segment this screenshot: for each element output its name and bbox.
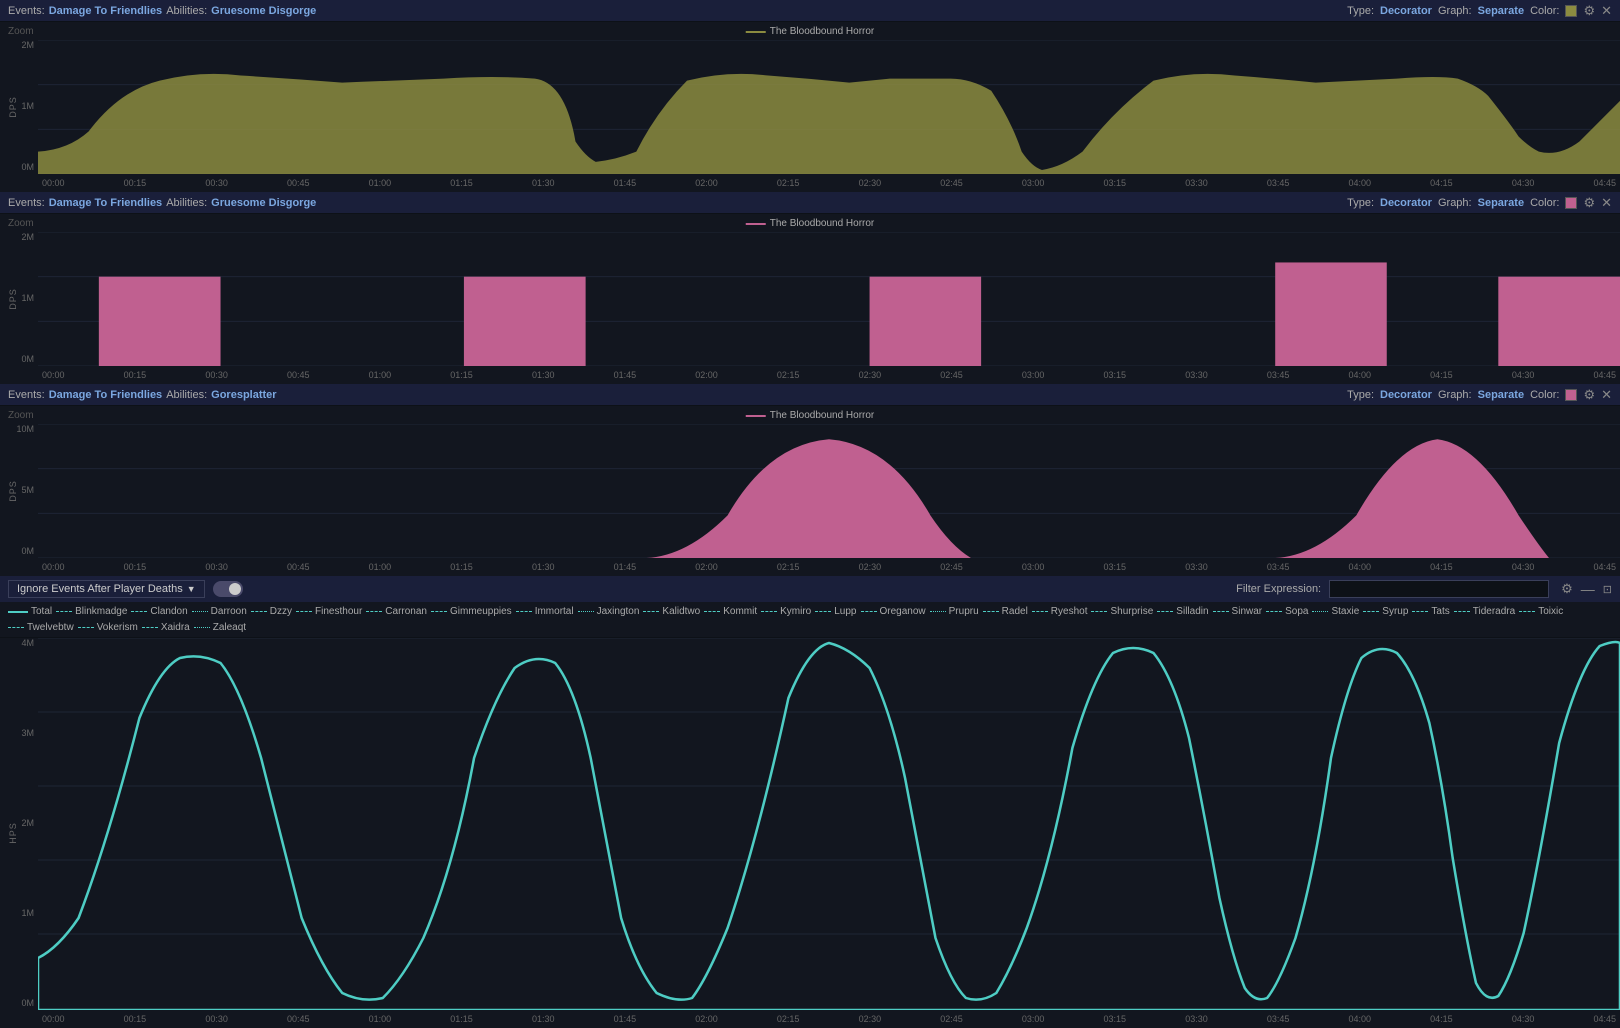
legend-item-jaxington[interactable]: Jaxington xyxy=(578,606,640,617)
legend-item-twelvebtw[interactable]: Twelvebtw xyxy=(8,622,74,633)
events-label-2: Events: xyxy=(8,197,45,209)
events-label-1: Events: xyxy=(8,5,45,17)
legend-item-vokerism[interactable]: Vokerism xyxy=(78,622,138,633)
color-label-2: Color: xyxy=(1530,197,1559,209)
color-swatch-3[interactable] xyxy=(1565,389,1577,401)
type-val-3[interactable]: Decorator xyxy=(1380,389,1432,401)
legend-item-ryeshot[interactable]: Ryeshot xyxy=(1032,606,1088,617)
panel3-header: Events: Damage To Friendlies Abilities: … xyxy=(0,384,1620,406)
legend-item-dzzy[interactable]: Dzzy xyxy=(251,606,292,617)
filter-label: Filter Expression: xyxy=(1236,583,1321,595)
graph-val-1[interactable]: Separate xyxy=(1478,5,1524,17)
legend-item-darroon[interactable]: Darroon xyxy=(192,606,247,617)
dropdown-arrow-icon: ▼ xyxy=(187,584,196,594)
legend-item-silladin[interactable]: Silladin xyxy=(1157,606,1208,617)
graph-val-3[interactable]: Separate xyxy=(1478,389,1524,401)
legend-item-kalidtwo[interactable]: Kalidtwo xyxy=(643,606,700,617)
close-icon-1[interactable]: ✕ xyxy=(1601,3,1612,19)
graph-val-2[interactable]: Separate xyxy=(1478,197,1524,209)
panel3-chart: Zoom The Bloodbound Horror DPS 10M 5M 0M… xyxy=(0,406,1620,576)
color-label-3: Color: xyxy=(1530,389,1559,401)
type-label-1: Type: xyxy=(1347,5,1374,17)
color-label-1: Color: xyxy=(1530,5,1559,17)
settings-icon[interactable]: ⚙ xyxy=(1561,581,1573,597)
legend-item-zaleaqt[interactable]: Zaleaqt xyxy=(194,622,246,633)
x-axis-bottom: 00:0000:1500:3000:4501:0001:1501:3001:45… xyxy=(38,1010,1620,1028)
y-axis-2: 2M 1M 0M xyxy=(0,214,38,364)
events-label-3: Events: xyxy=(8,389,45,401)
gear-icon-1[interactable]: ⚙ xyxy=(1583,3,1595,19)
legend-item-total[interactable]: Total xyxy=(8,606,52,617)
type-val-1[interactable]: Decorator xyxy=(1380,5,1432,17)
abilities-val-1[interactable]: Gruesome Disgorge xyxy=(211,5,316,17)
abilities-val-3[interactable]: Goresplatter xyxy=(211,389,276,401)
legend-item-radel[interactable]: Radel xyxy=(983,606,1028,617)
y-axis-1: 2M 1M 0M xyxy=(0,22,38,172)
type-label-2: Type: xyxy=(1347,197,1374,209)
legend-item-gimmeuppies[interactable]: Gimmeuppies xyxy=(431,606,512,617)
legend-item-syrup[interactable]: Syrup xyxy=(1363,606,1408,617)
legend-item-sopa[interactable]: Sopa xyxy=(1266,606,1308,617)
legend-item-staxie[interactable]: Staxie xyxy=(1312,606,1359,617)
legend-item-shurprise[interactable]: Shurprise xyxy=(1091,606,1153,617)
legend-item-blinkmadge[interactable]: Blinkmadge xyxy=(56,606,127,617)
graph-label-3: Graph: xyxy=(1438,389,1472,401)
color-swatch-2[interactable] xyxy=(1565,197,1577,209)
legend-item-kymiro[interactable]: Kymiro xyxy=(761,606,811,617)
panel2-header: Events: Damage To Friendlies Abilities: … xyxy=(0,192,1620,214)
minimize-icon[interactable]: — xyxy=(1581,581,1595,597)
legend-item-lupp[interactable]: Lupp xyxy=(815,606,856,617)
legend-item-oreganow[interactable]: Oreganow xyxy=(861,606,926,617)
expand-icon[interactable]: ⊡ xyxy=(1603,583,1612,596)
bottom-panel-header: Ignore Events After Player Deaths ▼ Filt… xyxy=(0,576,1620,602)
type-val-2[interactable]: Decorator xyxy=(1380,197,1432,209)
panel1-chart: Zoom The Bloodbound Horror DPS 2M 1M 0M … xyxy=(0,22,1620,192)
abilities-label-3: Abilities: xyxy=(166,389,207,401)
legend-item-xaidra[interactable]: Xaidra xyxy=(142,622,190,633)
legend-item-tats[interactable]: Tats xyxy=(1412,606,1449,617)
legend-item-tideradra[interactable]: Tideradra xyxy=(1454,606,1515,617)
ignore-events-dropdown[interactable]: Ignore Events After Player Deaths ▼ xyxy=(8,580,205,598)
x-axis-1: 00:0000:1500:3000:4501:0001:1501:3001:45… xyxy=(38,174,1620,192)
legend-item-sinwar[interactable]: Sinwar xyxy=(1213,606,1263,617)
abilities-val-2[interactable]: Gruesome Disgorge xyxy=(211,197,316,209)
toggle-button[interactable] xyxy=(213,581,243,597)
events-val-2[interactable]: Damage To Friendlies xyxy=(49,197,163,209)
graph-label-2: Graph: xyxy=(1438,197,1472,209)
gear-icon-2[interactable]: ⚙ xyxy=(1583,195,1595,211)
legend-2: The Bloodbound Horror xyxy=(746,218,875,229)
legend-1: The Bloodbound Horror xyxy=(746,26,875,37)
abilities-label-1: Abilities: xyxy=(166,5,207,17)
gear-icon-3[interactable]: ⚙ xyxy=(1583,387,1595,403)
y-axis-3: 10M 5M 0M xyxy=(0,406,38,556)
close-icon-2[interactable]: ✕ xyxy=(1601,195,1612,211)
events-val-1[interactable]: Damage To Friendlies xyxy=(49,5,163,17)
panel1-header: Events: Damage To Friendlies Abilities: … xyxy=(0,0,1620,22)
x-axis-2: 00:0000:1500:3000:4501:0001:1501:3001:45… xyxy=(38,366,1620,384)
legend-item-finesthour[interactable]: Finesthour xyxy=(296,606,362,617)
legend-item-clandon[interactable]: Clandon xyxy=(131,606,187,617)
legend-bar: Total Blinkmadge Clandon Darroon Dzzy Fi… xyxy=(0,602,1620,638)
close-icon-3[interactable]: ✕ xyxy=(1601,387,1612,403)
filter-input[interactable] xyxy=(1329,580,1549,598)
type-label-3: Type: xyxy=(1347,389,1374,401)
legend-item-prupru[interactable]: Prupru xyxy=(930,606,979,617)
legend-item-kommit[interactable]: Kommit xyxy=(704,606,757,617)
y-axis-bottom: 4M 3M 2M 1M 0M xyxy=(0,638,38,1008)
legend-item-carronan[interactable]: Carronan xyxy=(366,606,427,617)
color-swatch-1[interactable] xyxy=(1565,5,1577,17)
panel2-chart: Zoom The Bloodbound Horror DPS 2M 1M 0M xyxy=(0,214,1620,384)
bottom-chart: HPS 4M 3M 2M 1M 0M 00:0000:1500:3000:450… xyxy=(0,638,1620,1028)
abilities-label-2: Abilities: xyxy=(166,197,207,209)
x-axis-3: 00:0000:1500:3000:4501:0001:1501:3001:45… xyxy=(38,558,1620,576)
events-val-3[interactable]: Damage To Friendlies xyxy=(49,389,163,401)
graph-label-1: Graph: xyxy=(1438,5,1472,17)
legend-item-immortal[interactable]: Immortal xyxy=(516,606,574,617)
legend-item-toixic[interactable]: Toixic xyxy=(1519,606,1563,617)
legend-3: The Bloodbound Horror xyxy=(746,410,875,421)
